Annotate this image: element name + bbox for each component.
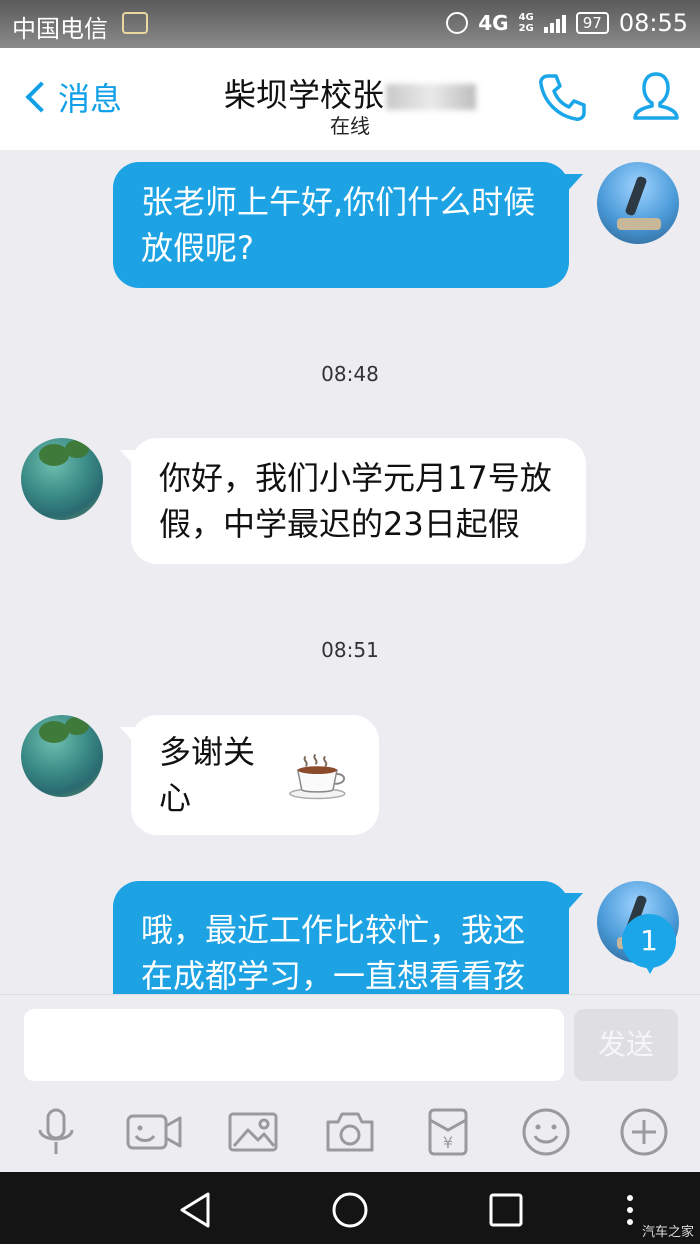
- chat-area[interactable]: 张老师上午好,你们什么时候 放假呢? 08:48 你好，我们小学元月17号放 假…: [0, 150, 700, 994]
- avatar-leaf: [65, 717, 89, 735]
- my-avatar[interactable]: [597, 162, 679, 244]
- message-bubble-out[interactable]: 张老师上午好,你们什么时候 放假呢?: [113, 162, 569, 288]
- contact-status: 在线: [330, 114, 370, 138]
- carrier-badge-icon: [122, 12, 148, 34]
- chat-header: 消息 柴坝学校张 在线: [0, 48, 700, 150]
- message-text: 多谢关心: [159, 733, 256, 817]
- status-bar: 中国电信 4G 4G 2G 97 08:55: [0, 0, 700, 48]
- camera-icon[interactable]: [324, 1106, 376, 1158]
- watermark: 汽车之家: [641, 1225, 694, 1240]
- blurred-name-part: [386, 84, 476, 110]
- more-icon[interactable]: [622, 1190, 638, 1230]
- timestamp: 08:48: [321, 362, 379, 386]
- image-icon[interactable]: [228, 1106, 280, 1158]
- recent-apps-icon[interactable]: [486, 1190, 526, 1230]
- avatar-figure: [624, 175, 648, 217]
- chat-toolbar: ¥: [0, 1094, 700, 1172]
- bubble-tail: [563, 893, 583, 915]
- phone-icon[interactable]: [538, 72, 586, 122]
- alarm-icon: [446, 12, 469, 34]
- message-text: 放假呢?: [141, 229, 254, 267]
- sub-network-bottom: 2G: [518, 23, 534, 34]
- network-type: 4G: [478, 11, 509, 35]
- back-triangle-icon[interactable]: [176, 1190, 216, 1230]
- message-bubble-out[interactable]: 哦，最近工作比较忙，我还 在成都学习，一直想看看孩: [113, 881, 569, 994]
- message-text: 假，中学最迟的23日起假: [159, 505, 520, 543]
- bubble-tail: [563, 174, 583, 196]
- contact-avatar[interactable]: [21, 715, 103, 797]
- svg-text:¥: ¥: [443, 1133, 453, 1152]
- emoji-icon[interactable]: [520, 1106, 572, 1158]
- timestamp: 08:51: [321, 638, 379, 662]
- plus-icon[interactable]: [618, 1106, 670, 1158]
- sub-network: 4G 2G: [519, 12, 534, 34]
- battery-icon: 97: [575, 12, 609, 34]
- message-bubble-in[interactable]: 你好，我们小学元月17号放 假，中学最迟的23日起假: [131, 438, 586, 564]
- message-text: 在成都学习，一直想看看孩: [141, 957, 526, 994]
- signal-icon: [543, 13, 566, 33]
- message-text: 张老师上午好,你们什么时候: [141, 183, 536, 221]
- red-packet-icon[interactable]: ¥: [422, 1106, 474, 1158]
- status-right: 4G 4G 2G 97 08:55: [446, 9, 688, 37]
- carrier-name: 中国电信: [12, 15, 108, 43]
- contact-avatar[interactable]: [21, 438, 103, 520]
- input-bar: 发送: [0, 994, 700, 1094]
- system-nav-bar: 汽车之家: [0, 1172, 700, 1244]
- message-bubble-in[interactable]: 多谢关心: [131, 715, 379, 835]
- microphone-icon[interactable]: [30, 1106, 82, 1158]
- contact-name: 柴坝学校张: [223, 76, 384, 114]
- send-button[interactable]: 发送: [574, 1009, 678, 1081]
- video-call-icon[interactable]: [126, 1106, 182, 1158]
- profile-icon[interactable]: [632, 70, 680, 122]
- clock: 08:55: [618, 9, 688, 37]
- message-input[interactable]: [24, 1009, 564, 1081]
- avatar-base: [617, 218, 661, 230]
- coffee-cup-icon: [289, 753, 346, 800]
- sub-network-top: 4G: [518, 12, 534, 23]
- message-text: 哦，最近工作比较忙，我还: [141, 911, 526, 949]
- unread-count-badge[interactable]: 1: [622, 914, 676, 974]
- home-circle-icon[interactable]: [330, 1190, 370, 1230]
- avatar-leaf: [65, 440, 89, 458]
- message-text: 你好，我们小学元月17号放: [159, 459, 552, 497]
